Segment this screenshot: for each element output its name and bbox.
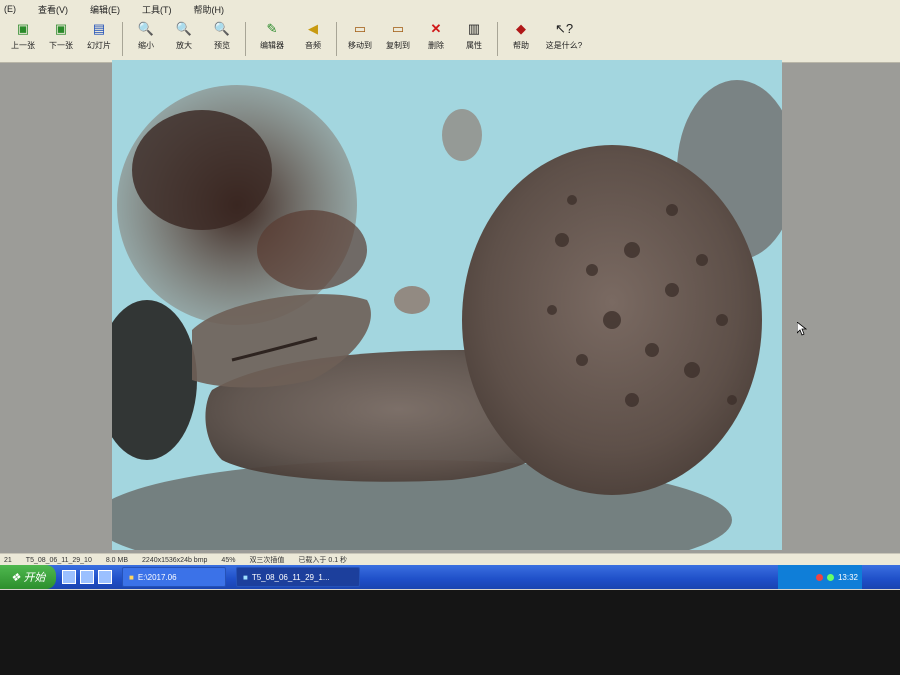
toolbar-separator <box>497 22 498 56</box>
quick-launch-media-icon[interactable] <box>98 570 112 584</box>
micrograph-image <box>112 60 782 550</box>
delete-button[interactable]: ✕ 删除 <box>419 18 453 58</box>
menu-bar: (E) 查看(V) 编辑(E) 工具(T) 帮助(H) <box>0 0 900 19</box>
taskbar-button-label: E:\2017.06 <box>137 572 177 582</box>
tray-network-icon[interactable] <box>826 573 834 581</box>
preview-icon: 🔍 <box>213 21 231 36</box>
mouse-cursor-icon <box>796 321 808 341</box>
status-index: 21 <box>4 556 12 564</box>
delete-label: 删除 <box>428 41 444 50</box>
toolbar-separator <box>245 22 246 56</box>
next-image-button[interactable]: ▣ 下一张 <box>44 18 78 58</box>
whats-this-label: 这是什么? <box>545 41 583 50</box>
delete-icon: ✕ <box>430 21 442 36</box>
taskbar: ❖ 开始 ■ E:\2017.06 ■ T5_08_06_11_29_1... … <box>0 565 900 589</box>
image-file-icon: ■ <box>243 572 248 582</box>
editor-button[interactable]: ✎ 编辑器 <box>252 18 292 58</box>
slideshow-label: 幻灯片 <box>87 41 111 50</box>
properties-label: 属性 <box>466 41 482 50</box>
folder-icon: ■ <box>129 572 134 582</box>
menu-item-help[interactable]: 帮助(H) <box>194 3 225 16</box>
status-loaded: 已载入于 0.1 秒 <box>298 557 348 564</box>
tray-antivirus-icon[interactable] <box>815 573 823 581</box>
help-button[interactable]: ◆ 帮助 <box>504 18 538 58</box>
preview-button[interactable]: 🔍 预览 <box>205 18 239 58</box>
start-label: 开始 <box>23 572 46 584</box>
next-image-label: 下一张 <box>49 41 73 50</box>
move-to-button[interactable]: ▭ 移动到 <box>343 18 377 58</box>
help-icon: ◆ <box>516 21 526 36</box>
whats-this-button[interactable]: ↖? 这是什么? <box>542 18 586 58</box>
status-filename: T5_08_06_11_29_10 <box>25 556 92 564</box>
zoom-out-button[interactable]: 🔍 缩小 <box>129 18 163 58</box>
zoom-in-button[interactable]: 🔍 放大 <box>167 18 201 58</box>
quick-launch <box>62 570 112 584</box>
status-mode: 双三次插值 <box>249 557 285 564</box>
prev-image-button[interactable]: ▣ 上一张 <box>6 18 40 58</box>
taskbar-button-label: T5_08_06_11_29_1... <box>251 572 330 582</box>
properties-button[interactable]: ▥ 属性 <box>457 18 491 58</box>
status-zoom: 45% <box>221 556 236 564</box>
zoom-out-icon: 🔍 <box>137 21 155 36</box>
editor-icon: ✎ <box>266 21 278 36</box>
menu-item-view[interactable]: 查看(V) <box>38 3 68 16</box>
editor-label: 编辑器 <box>260 41 284 50</box>
zoom-out-label: 缩小 <box>138 41 154 50</box>
audio-label: 音频 <box>305 41 321 50</box>
whats-this-icon: ↖? <box>554 21 574 36</box>
menu-item-edit[interactable]: 编辑(E) <box>90 3 120 16</box>
status-dimensions: 2240x1536x24b bmp <box>142 556 208 564</box>
copy-to-button[interactable]: ▭ 复制到 <box>381 18 415 58</box>
system-tray: 13:32 <box>778 565 862 589</box>
toolbar-separator <box>336 22 337 56</box>
zoom-in-icon: 🔍 <box>175 21 193 36</box>
help-label: 帮助 <box>513 41 529 50</box>
prev-image-icon: ▣ <box>16 21 30 36</box>
move-to-icon: ▭ <box>353 21 367 36</box>
move-to-label: 移动到 <box>348 41 372 50</box>
quick-launch-desktop-icon[interactable] <box>80 570 94 584</box>
cursor-shape <box>796 321 808 336</box>
slideshow-button[interactable]: ▤ 幻灯片 <box>82 18 116 58</box>
next-image-icon: ▣ <box>54 21 68 36</box>
copy-to-icon: ▭ <box>391 21 405 36</box>
micrograph-drawing <box>112 60 782 550</box>
copy-to-label: 复制到 <box>386 41 410 50</box>
quick-launch-ie-icon[interactable] <box>62 570 76 584</box>
prev-image-label: 上一张 <box>11 41 35 50</box>
toolbar: ▣ 上一张 ▣ 下一张 ▤ 幻灯片 🔍 缩小 🔍 放大 🔍 预览 ✎ 编辑器 ◀… <box>0 18 900 63</box>
monitor-screen: (E) 查看(V) 编辑(E) 工具(T) 帮助(H) ✕ ▣ 上一张 ▣ 下一… <box>0 0 900 590</box>
taskbar-button-image[interactable]: ■ T5_08_06_11_29_1... <box>236 567 360 587</box>
zoom-in-label: 放大 <box>176 41 192 50</box>
audio-button[interactable]: ◀ 音频 <box>296 18 330 58</box>
start-button[interactable]: ❖ 开始 <box>0 565 56 589</box>
preview-label: 预览 <box>214 41 230 50</box>
audio-icon: ◀ <box>308 21 318 36</box>
toolbar-separator <box>122 22 123 56</box>
clock[interactable]: 13:32 <box>838 573 858 582</box>
menu-item-file[interactable]: (E) <box>4 4 16 14</box>
properties-icon: ▥ <box>467 21 481 36</box>
taskbar-button-folder[interactable]: ■ E:\2017.06 <box>122 567 226 587</box>
menu-item-tools[interactable]: 工具(T) <box>142 3 172 16</box>
windows-logo-icon: ❖ <box>10 571 21 584</box>
status-size: 8.0 MB <box>105 556 129 564</box>
slideshow-icon: ▤ <box>92 21 106 36</box>
